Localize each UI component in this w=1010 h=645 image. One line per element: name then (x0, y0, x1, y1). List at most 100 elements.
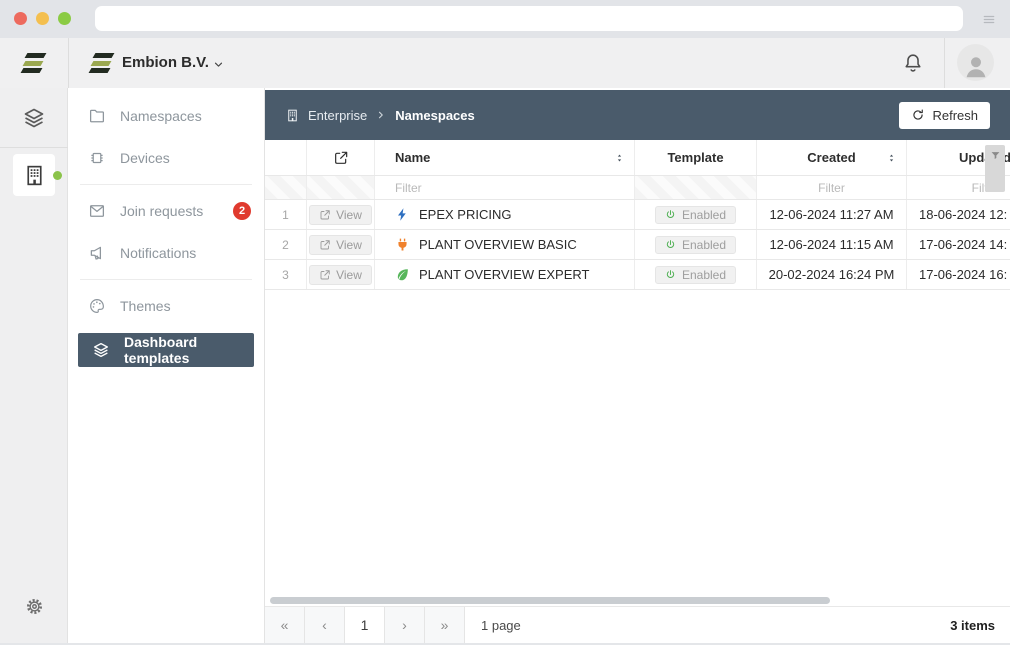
view-button[interactable]: View (309, 235, 372, 255)
col-header-name-label: Name (395, 150, 430, 165)
sidebar-item-join-requests[interactable]: Join requests 2 (68, 190, 264, 232)
org-logo-icon (90, 52, 114, 75)
items-count-label: 3 items (950, 618, 1010, 633)
first-page-button[interactable]: « (265, 607, 305, 643)
row-number: 3 (265, 260, 307, 289)
sidebar-item-themes[interactable]: Themes (68, 285, 264, 327)
next-page-button[interactable]: › (385, 607, 425, 643)
palette-icon (88, 297, 106, 315)
chevron-right-icon (375, 109, 387, 121)
updated-date: 17-06-2024 14: (907, 230, 1010, 259)
power-icon (665, 269, 676, 280)
table-body: 1 View EPEX PRICING Enabled 12-06-2024 1… (265, 200, 1010, 290)
funnel-icon (990, 150, 1001, 161)
status-badge: Enabled (655, 206, 736, 224)
sidebar-item-label: Notifications (120, 245, 196, 261)
view-button[interactable]: View (309, 265, 372, 285)
icon-rail (0, 88, 68, 645)
megaphone-icon (88, 244, 106, 262)
browser-menu-icon[interactable] (981, 12, 997, 27)
row-number: 1 (265, 200, 307, 229)
browser-titlebar (0, 0, 1010, 38)
org-selector[interactable]: Embion B.V. (122, 54, 209, 71)
header-divider (68, 38, 69, 88)
table-row: 2 View PLANT OVERVIEW BASIC Enabled 12-0… (265, 230, 1010, 260)
rail-item-settings[interactable] (0, 596, 68, 617)
pagination-bar: « ‹ 1 › » 1 page 3 items (265, 606, 1010, 643)
sidebar-item-devices[interactable]: Devices (68, 137, 264, 179)
address-bar[interactable] (95, 6, 963, 31)
sidebar-item-label: Dashboard templates (124, 334, 254, 366)
rail-item-dashboard-templates[interactable] (0, 106, 68, 130)
app-window: Embion B.V. Namespaces Devices Join requ… (0, 0, 1010, 645)
refresh-button-label: Refresh (932, 108, 978, 123)
gear-icon (24, 596, 45, 617)
template-name: PLANT OVERVIEW EXPERT (419, 267, 590, 282)
horizontal-scrollbar[interactable] (270, 597, 830, 604)
last-page-button[interactable]: » (425, 607, 465, 643)
table-header-row: Name Template Created Updated (265, 140, 1010, 176)
sidebar-nav: Namespaces Devices Join requests 2 Notif… (68, 88, 265, 645)
sidebar-item-label: Devices (120, 150, 170, 166)
template-name: EPEX PRICING (419, 207, 511, 222)
created-date: 12-06-2024 11:27 AM (757, 200, 907, 229)
close-window-button[interactable] (14, 12, 27, 25)
filter-toggle-tab[interactable] (985, 145, 1005, 192)
sidebar-divider (80, 279, 252, 280)
refresh-icon (911, 108, 925, 122)
view-button-label: View (336, 268, 362, 282)
col-header-created[interactable]: Created (757, 140, 907, 175)
name-filter-input[interactable] (395, 181, 634, 195)
leaf-icon (395, 267, 410, 282)
sidebar-item-dashboard-templates[interactable]: Dashboard templates (78, 333, 254, 367)
refresh-button[interactable]: Refresh (899, 102, 990, 129)
folder-icon (88, 107, 106, 125)
layers-icon (92, 341, 110, 359)
templates-table: Name Template Created Updated (265, 140, 1010, 290)
col-header-view (307, 140, 375, 175)
view-button-label: View (336, 238, 362, 252)
envelope-icon (88, 202, 106, 220)
building-icon (285, 108, 300, 123)
external-link-icon (319, 209, 331, 221)
page-count-label: 1 page (481, 618, 521, 633)
col-header-created-label: Created (807, 150, 855, 165)
plug-icon (395, 237, 410, 252)
sort-icon[interactable] (886, 151, 897, 164)
col-header-name[interactable]: Name (375, 140, 635, 175)
created-filter-input[interactable] (757, 181, 906, 195)
building-icon (22, 163, 47, 188)
main-content: Enterprise Namespaces Refresh Name (265, 88, 1010, 645)
filter-cell-disabled (635, 176, 757, 199)
sort-icon[interactable] (614, 151, 625, 164)
status-badge: Enabled (655, 266, 736, 284)
minimize-window-button[interactable] (36, 12, 49, 25)
filter-cell-disabled (307, 176, 375, 199)
power-icon (665, 209, 676, 220)
status-label: Enabled (682, 238, 726, 252)
sidebar-item-namespaces[interactable]: Namespaces (68, 95, 264, 137)
sidebar-item-notifications[interactable]: Notifications (68, 232, 264, 274)
view-button[interactable]: View (309, 205, 372, 225)
prev-page-button[interactable]: ‹ (305, 607, 345, 643)
app-logo-icon (22, 52, 46, 75)
breadcrumb-enterprise[interactable]: Enterprise (308, 108, 367, 123)
rail-divider (0, 147, 68, 148)
updated-date: 17-06-2024 16: (907, 260, 1010, 289)
online-status-dot (53, 171, 62, 180)
power-icon (665, 239, 676, 250)
page-number-button[interactable]: 1 (345, 607, 385, 643)
row-number: 2 (265, 230, 307, 259)
notification-count-badge: 2 (233, 202, 251, 220)
user-avatar[interactable] (957, 44, 994, 81)
sidebar-item-label: Themes (120, 298, 171, 314)
external-link-icon (319, 269, 331, 281)
maximize-window-button[interactable] (58, 12, 71, 25)
breadcrumb-namespaces: Namespaces (395, 108, 475, 123)
person-icon (961, 51, 991, 81)
rail-item-enterprise[interactable] (13, 154, 55, 196)
table-filter-row (265, 176, 1010, 200)
notifications-bell-button[interactable] (902, 52, 924, 74)
status-label: Enabled (682, 208, 726, 222)
created-date: 12-06-2024 11:15 AM (757, 230, 907, 259)
